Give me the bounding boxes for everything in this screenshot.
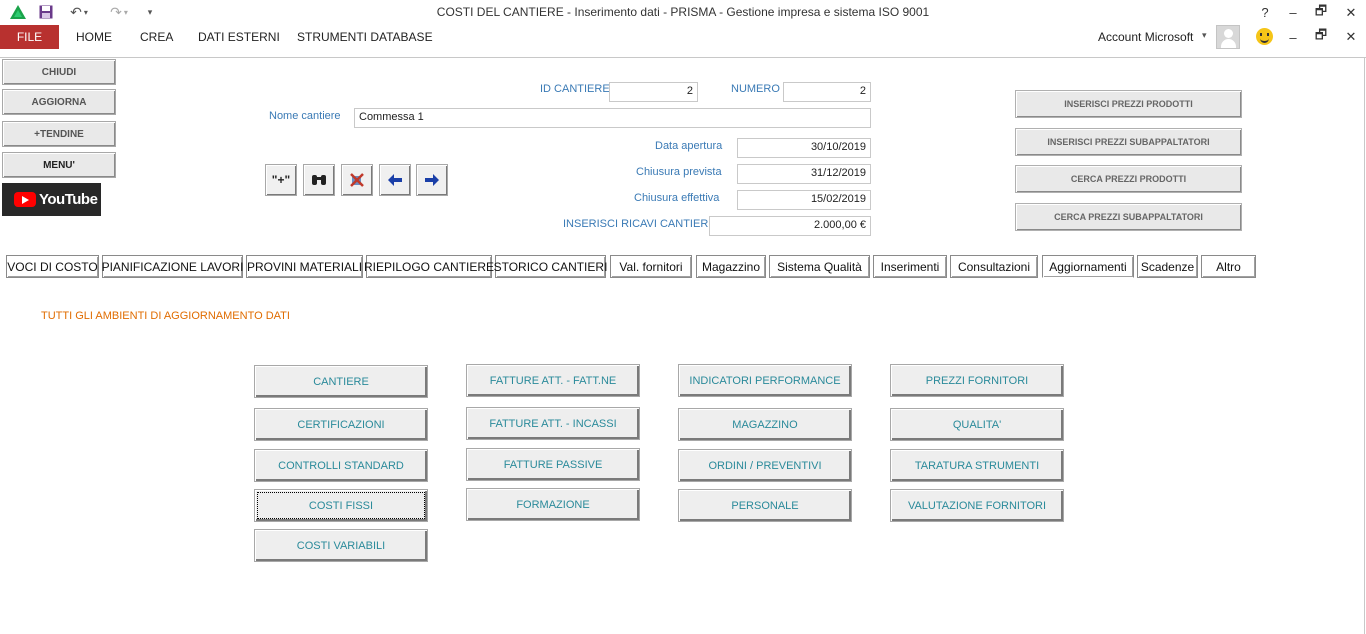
dropdowns-button[interactable]: +TENDINE xyxy=(2,121,116,147)
fatture-att-incassi-button[interactable]: FATTURE ATT. - INCASSI xyxy=(466,407,640,440)
tab-aggiornamenti[interactable]: Aggiornamenti xyxy=(1042,255,1134,278)
tab-sistema-qualita[interactable]: Sistema Qualità xyxy=(769,255,870,278)
minimize-button[interactable]: – xyxy=(1278,0,1308,25)
magazzino-button[interactable]: MAGAZZINO xyxy=(678,408,852,441)
tab-pianificazione-lavori[interactable]: PIANIFICAZIONE LAVORI xyxy=(102,255,243,278)
controlli-standard-button[interactable]: CONTROLLI STANDARD xyxy=(254,449,428,482)
data-apertura-field[interactable]: 30/10/2019 xyxy=(737,138,871,158)
tab-create[interactable]: CREA xyxy=(140,30,173,44)
numero-field[interactable]: 2 xyxy=(783,82,871,102)
tab-external-data[interactable]: DATI ESTERNI xyxy=(198,30,280,44)
restore-button[interactable]: 🗗 xyxy=(1306,0,1336,25)
find-record-button[interactable] xyxy=(303,164,335,196)
prezzi-fornitori-button[interactable]: PREZZI FORNITORI xyxy=(890,364,1064,397)
search-product-prices-button[interactable]: CERCA PREZZI PRODOTTI xyxy=(1015,165,1242,193)
tab-magazzino[interactable]: Magazzino xyxy=(696,255,766,278)
nome-cantiere-label: Nome cantiere xyxy=(269,110,341,122)
qualita-button[interactable]: QUALITA' xyxy=(890,408,1064,441)
numero-label: NUMERO xyxy=(731,83,780,95)
chiusura-effettiva-field[interactable]: 15/02/2019 xyxy=(737,190,871,210)
youtube-button[interactable]: YouTube xyxy=(2,183,101,216)
ribbon-tabs: FILE HOME CREA DATI ESTERNI STRUMENTI DA… xyxy=(0,25,1366,49)
add-record-button[interactable]: "+" xyxy=(265,164,297,196)
tab-inserimenti[interactable]: Inserimenti xyxy=(873,255,947,278)
tab-database-tools[interactable]: STRUMENTI DATABASE xyxy=(297,30,433,44)
ribbon-divider xyxy=(0,57,1366,58)
insert-subcontractor-prices-button[interactable]: INSERISCI PREZZI SUBAPPALTATORI xyxy=(1015,128,1242,156)
search-subcontractor-prices-button[interactable]: CERCA PREZZI SUBAPPALTATORI xyxy=(1015,203,1242,231)
tab-consultazioni[interactable]: Consultazioni xyxy=(950,255,1038,278)
menu-button[interactable]: MENU' xyxy=(2,152,116,178)
arrow-right-icon xyxy=(425,174,439,186)
smiley-feedback-icon[interactable] xyxy=(1256,28,1273,45)
ribbon-restore-button[interactable]: 🗗 xyxy=(1306,25,1336,49)
file-tab[interactable]: FILE xyxy=(0,25,59,49)
tab-altro[interactable]: Altro xyxy=(1201,255,1256,278)
chiusura-prevista-label: Chiusura prevista xyxy=(636,166,722,178)
tab-storico-cantieri[interactable]: STORICO CANTIERI xyxy=(494,255,607,278)
arrow-left-icon xyxy=(388,174,402,186)
delete-icon xyxy=(350,173,364,187)
certificazioni-button[interactable]: CERTIFICAZIONI xyxy=(254,408,428,441)
refresh-button[interactable]: AGGIORNA xyxy=(2,89,116,115)
tab-provini-materiali[interactable]: PROVINI MATERIALI xyxy=(246,255,363,278)
window-title: COSTI DEL CANTIERE - Inserimento dati - … xyxy=(436,5,930,19)
avatar[interactable] xyxy=(1216,25,1240,49)
add-icon: "+" xyxy=(271,173,291,187)
tab-scadenze[interactable]: Scadenze xyxy=(1137,255,1198,278)
youtube-label: YouTube xyxy=(39,191,98,208)
chevron-down-icon[interactable]: ▾ xyxy=(1202,30,1207,41)
cantiere-button[interactable]: CANTIERE xyxy=(254,365,428,398)
binoculars-icon xyxy=(312,175,326,185)
insert-product-prices-button[interactable]: INSERISCI PREZZI PRODOTTI xyxy=(1015,90,1242,118)
personale-button[interactable]: PERSONALE xyxy=(678,489,852,522)
previous-record-button[interactable] xyxy=(379,164,411,196)
close-button[interactable]: ✕ xyxy=(1336,0,1366,25)
section-title: TUTTI GLI AMBIENTI DI AGGIORNAMENTO DATI xyxy=(41,310,290,322)
fatture-passive-button[interactable]: FATTURE PASSIVE xyxy=(466,448,640,481)
tab-riepilogo-cantiere[interactable]: RIEPILOGO CANTIERE xyxy=(364,255,494,278)
valutazione-fornitori-button[interactable]: VALUTAZIONE FORNITORI xyxy=(890,489,1064,522)
id-cantiere-label: ID CANTIERE xyxy=(540,83,610,95)
nome-cantiere-field[interactable]: Commessa 1 xyxy=(354,108,871,128)
help-button[interactable]: ? xyxy=(1250,0,1280,25)
costi-fissi-button[interactable]: COSTI FISSI xyxy=(254,489,428,522)
taratura-strumenti-button[interactable]: TARATURA STRUMENTI xyxy=(890,449,1064,482)
chiusura-prevista-field[interactable]: 31/12/2019 xyxy=(737,164,871,184)
data-apertura-label: Data apertura xyxy=(655,140,723,152)
chiusura-effettiva-label: Chiusura effettiva xyxy=(634,192,720,204)
ricavi-cantiere-field[interactable]: 2.000,00 € xyxy=(709,216,871,236)
ribbon-minimize-button[interactable]: – xyxy=(1278,25,1308,49)
account-name[interactable]: Account Microsoft xyxy=(1098,30,1193,44)
close-form-button[interactable]: CHIUDI xyxy=(2,59,116,85)
id-cantiere-field[interactable]: 2 xyxy=(609,82,698,102)
tab-home[interactable]: HOME xyxy=(76,30,112,44)
title-bar: ↶ ▾ ↷ ▾ ▾ COSTI DEL CANTIERE - Inserimento… xyxy=(0,0,1366,25)
indicatori-performance-button[interactable]: INDICATORI PERFORMANCE xyxy=(678,364,852,397)
formazione-button[interactable]: FORMAZIONE xyxy=(466,488,640,521)
youtube-play-icon xyxy=(14,192,36,207)
ricavi-cantiere-label: INSERISCI RICAVI CANTIERE xyxy=(563,218,716,230)
next-record-button[interactable] xyxy=(416,164,448,196)
form-border xyxy=(1364,58,1365,634)
ribbon-close-button[interactable]: ✕ xyxy=(1336,25,1366,49)
fatture-att-fatt-button[interactable]: FATTURE ATT. - FATT.NE xyxy=(466,364,640,397)
tab-voci-di-costo[interactable]: VOCI DI COSTO xyxy=(6,255,99,278)
delete-record-button[interactable] xyxy=(341,164,373,196)
costi-variabili-button[interactable]: COSTI VARIABILI xyxy=(254,529,428,562)
tab-val-fornitori[interactable]: Val. fornitori xyxy=(610,255,692,278)
ordini-preventivi-button[interactable]: ORDINI / PREVENTIVI xyxy=(678,449,852,482)
